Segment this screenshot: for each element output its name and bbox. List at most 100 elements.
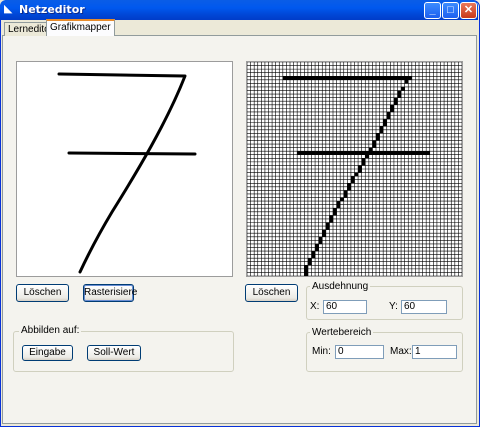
raster-cell [340,151,344,155]
maximize-icon: □ [447,4,454,16]
extent-group-label: Ausdehnung [310,281,371,293]
maximize-button[interactable]: □ [442,2,459,19]
extent-y-label: Y: [389,301,398,312]
raster-cell [311,254,316,259]
raster-cell [325,226,330,230]
raster-cell [397,94,402,98]
window-title: Netzeditor [19,3,85,16]
drawing-sketch [57,72,197,274]
raster-cell [390,76,395,81]
raster-cell [343,190,348,195]
raster-cell [329,215,334,220]
raster-cell [390,151,395,155]
raster-cell [401,86,405,91]
raster-grid[interactable] [246,61,463,277]
raster-cell [379,129,384,134]
raster-cell [393,151,398,155]
extent-x-label: X: [310,301,320,312]
raster-cell [358,169,362,173]
raster-cell [383,76,387,81]
map-group-label: Abbilden auf: [19,325,82,337]
raster-cell [397,90,402,95]
raster-cell [386,151,391,155]
raster-cell [290,76,294,81]
drawing-canvas[interactable] [16,61,233,277]
raster-cell [372,76,377,81]
raster-cell [376,136,380,141]
minimize-button[interactable]: _ [424,2,441,19]
tab-grafikmapper[interactable]: Grafikmapper [46,19,115,36]
input-button[interactable]: Eingabe [22,345,73,361]
raster-cell [333,151,337,155]
raster-cell [300,76,305,81]
raster-cell [307,76,312,81]
raster-cell [404,79,409,84]
raster-cell [304,76,309,81]
raster-cell [404,76,409,81]
raster-cell [411,151,416,155]
raster-cell [401,76,405,81]
raster-cell [383,151,387,155]
raster-cell [343,76,348,81]
raster-cell [386,76,391,81]
raster-cell [304,268,309,273]
raster-cell [393,101,398,105]
left-clear-button[interactable]: Löschen [16,284,69,302]
raster-cell [340,76,344,81]
raster-cell [318,151,323,155]
raster-cell [329,76,334,81]
raster-cell [379,126,384,130]
range-max-input[interactable]: 1 [412,345,457,359]
raster-cell [340,197,344,202]
extent-y-input[interactable]: 60 [401,300,447,314]
raster-cell [372,151,377,155]
raster-cell [393,76,398,81]
extent-x-input[interactable]: 60 [323,300,367,314]
raster-cell [368,76,373,81]
raster-cell [376,133,380,138]
raster-cell [365,151,370,155]
raster-cell [347,76,352,81]
raster-cell [347,186,352,191]
raster-cell [307,258,312,262]
raster-cell [307,151,312,155]
raster-cell [304,272,309,277]
raster-cell [419,151,423,155]
raster-cell [397,76,402,81]
raster-cell [304,265,309,270]
raster-cell [333,211,337,216]
raster-cell [311,251,316,255]
app-icon: ◣ [4,3,13,15]
raster-cell [307,261,312,266]
raster-cell [304,151,309,155]
raster-cell [329,218,334,223]
range-min-input[interactable]: 0 [335,345,384,359]
raster-cell [376,76,380,81]
raster-cell [361,158,366,163]
raster-cell [372,140,377,145]
right-clear-button[interactable]: Löschen [245,284,298,302]
raster-cell [390,104,395,109]
target-value-button[interactable]: Soll-Wert [87,345,141,361]
raster-cell [422,151,427,155]
close-button[interactable]: ✕ [460,2,477,19]
raster-cell [354,151,359,155]
raster-cell [350,176,355,180]
raster-cell [426,151,430,155]
raster-cell [361,151,366,155]
rasterize-button[interactable]: Rasterisiere [83,284,137,302]
raster-svg [246,61,463,277]
raster-cell [361,161,366,166]
raster-cell [318,236,323,241]
raster-cell [311,151,316,155]
raster-cell [390,108,395,113]
raster-cell [300,151,305,155]
raster-cell [343,193,348,198]
raster-cell [408,151,413,155]
raster-cell [336,151,341,155]
grid-lines [246,61,463,277]
raster-cell [404,151,409,155]
raster-cell [361,76,366,81]
raster-cell [282,76,287,81]
raster-cell [322,151,327,155]
